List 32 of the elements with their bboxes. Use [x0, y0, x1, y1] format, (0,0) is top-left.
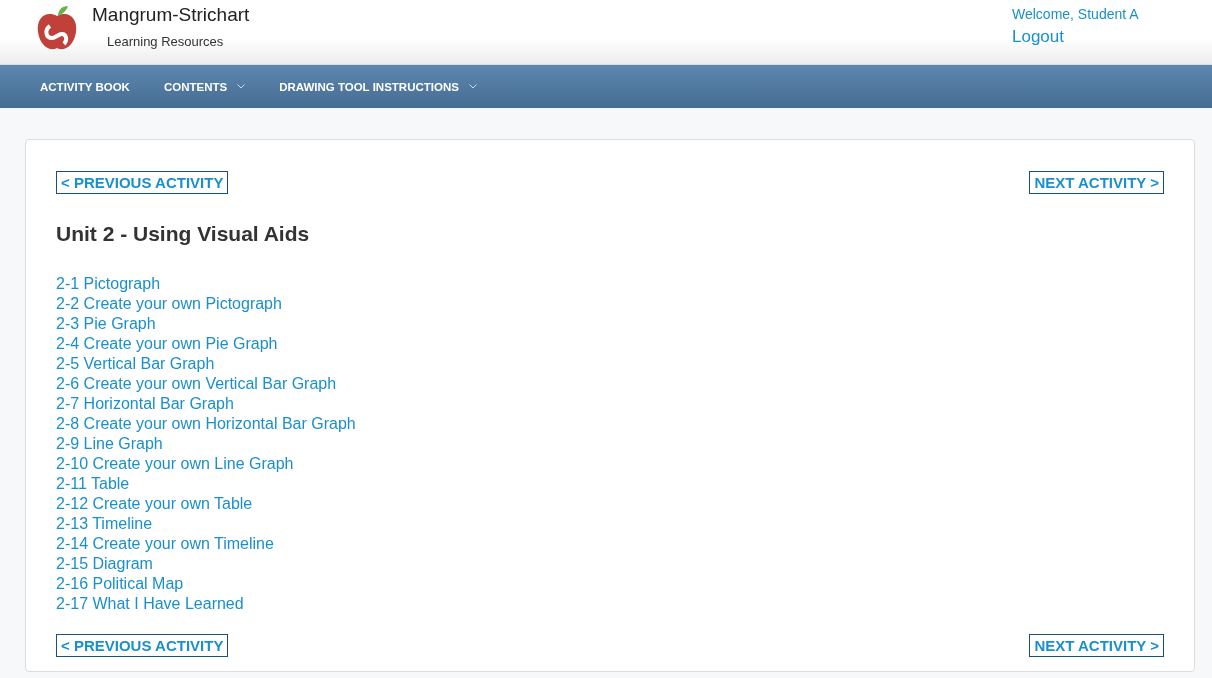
- unit-title: Unit 2 - Using Visual Aids: [56, 222, 311, 246]
- activity-link[interactable]: 2-8 Create your own Horizontal Bar Graph: [56, 414, 356, 434]
- previous-activity-button[interactable]: < PREVIOUS ACTIVITY: [56, 634, 229, 657]
- nav-menu-item[interactable]: CONTENTS: [163, 80, 246, 93]
- activity-link[interactable]: 2-12 Create your own Table: [56, 494, 253, 514]
- activity-link[interactable]: 2-16 Political Map: [56, 574, 184, 594]
- apple-logo-icon: [36, 4, 78, 52]
- next-activity-button[interactable]: NEXT ACTIVITY >: [1029, 171, 1164, 194]
- activity-link[interactable]: 2-9 Line Graph: [56, 434, 163, 454]
- previous-activity-button[interactable]: < PREVIOUS ACTIVITY: [56, 171, 229, 194]
- activity-link[interactable]: 2-2 Create your own Pictograph: [56, 294, 282, 314]
- nav-menu-item[interactable]: ACTIVITY BOOK: [40, 80, 130, 93]
- chevron-down-icon: [237, 84, 246, 89]
- activity-link[interactable]: 2-7 Horizontal Bar Graph: [56, 394, 234, 414]
- chevron-down-icon: [468, 84, 477, 89]
- activity-link[interactable]: 2-17 What I Have Learned: [56, 594, 244, 614]
- activity-link[interactable]: 2-10 Create your own Line Graph: [56, 454, 294, 474]
- welcome-text: Welcome, Student A: [1012, 6, 1140, 22]
- activity-link[interactable]: 2-14 Create your own Timeline: [56, 534, 274, 554]
- nav-menu-item[interactable]: DRAWING TOOL INSTRUCTIONS: [279, 80, 477, 93]
- activity-link[interactable]: 2-5 Vertical Bar Graph: [56, 354, 215, 374]
- brand-tagline: Learning Resources: [107, 34, 225, 49]
- brand-name: Mangrum-Strichart: [92, 4, 250, 26]
- activity-link[interactable]: 2-15 Diagram: [56, 554, 153, 574]
- activity-link[interactable]: 2-11 Table: [56, 474, 130, 494]
- activity-link[interactable]: 2-13 Timeline: [56, 514, 153, 534]
- activity-link[interactable]: 2-4 Create your own Pie Graph: [56, 334, 278, 354]
- next-activity-button[interactable]: NEXT ACTIVITY >: [1029, 634, 1164, 657]
- logout-link[interactable]: Logout: [1012, 27, 1064, 47]
- activity-link[interactable]: 2-1 Pictograph: [56, 274, 161, 294]
- activity-link[interactable]: 2-3 Pie Graph: [56, 314, 156, 334]
- activity-link[interactable]: 2-6 Create your own Vertical Bar Graph: [56, 374, 337, 394]
